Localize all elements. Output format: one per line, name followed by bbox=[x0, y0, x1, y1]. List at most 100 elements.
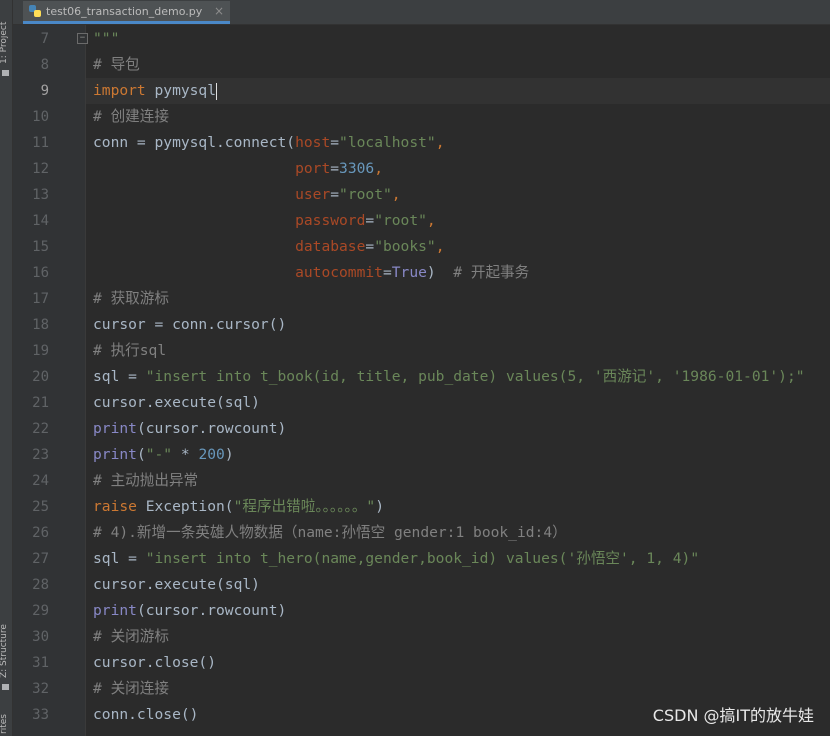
code-token: cursor.execute(sql) bbox=[93, 576, 260, 593]
code-line[interactable]: cursor.execute(sql) bbox=[86, 390, 830, 416]
line-number[interactable]: 10 bbox=[13, 104, 49, 130]
code-line[interactable]: sql = "insert into t_hero(name,gender,bo… bbox=[86, 546, 830, 572]
code-line[interactable]: cursor.execute(sql) bbox=[86, 572, 830, 598]
line-number[interactable]: 24 bbox=[13, 468, 49, 494]
favorites-tool-tab[interactable]: rites bbox=[0, 706, 12, 736]
close-tab-icon[interactable]: × bbox=[214, 4, 224, 18]
code-line[interactable]: # 关闭游标 bbox=[86, 624, 830, 650]
python-file-icon bbox=[29, 5, 41, 17]
line-number[interactable]: 26 bbox=[13, 520, 49, 546]
line-number[interactable]: 20 bbox=[13, 364, 49, 390]
code-token: "-" bbox=[145, 446, 173, 463]
code-token: "root" bbox=[374, 212, 427, 229]
code-token: cursor.close() bbox=[93, 654, 217, 671]
folder-icon bbox=[2, 70, 9, 76]
project-tool-label: 1: Project bbox=[0, 21, 9, 64]
code-line[interactable]: print(cursor.rowcount) bbox=[86, 598, 830, 624]
code-token: cursor.execute(sql) bbox=[93, 394, 260, 411]
code-token: ) bbox=[375, 498, 384, 515]
code-line[interactable]: # 关闭连接 bbox=[86, 676, 830, 702]
code-line[interactable]: port=3306, bbox=[86, 156, 830, 182]
project-tool-tab[interactable]: 1: Project bbox=[0, 8, 12, 78]
code-line[interactable]: print("-" * 200) bbox=[86, 442, 830, 468]
code-line[interactable]: """ bbox=[86, 26, 830, 52]
editor-tab[interactable]: test06_transaction_demo.py × bbox=[23, 1, 230, 24]
line-number[interactable]: 22 bbox=[13, 416, 49, 442]
line-number[interactable]: 13 bbox=[13, 182, 49, 208]
code-token: = bbox=[330, 186, 340, 203]
favorites-tool-label: rites bbox=[0, 714, 9, 734]
code-line[interactable]: raise Exception("程序出错啦。。。。。。") bbox=[86, 494, 830, 520]
code-token: # 执行sql bbox=[93, 342, 167, 359]
line-number[interactable]: 28 bbox=[13, 572, 49, 598]
code-token: 3306 bbox=[339, 160, 375, 177]
code-token: print bbox=[93, 446, 137, 463]
code-token: True bbox=[391, 264, 427, 281]
code-token: "root" bbox=[339, 186, 392, 203]
code-line[interactable]: cursor = conn.cursor() bbox=[86, 312, 830, 338]
code-line[interactable]: conn = pymysql.connect(host="localhost", bbox=[86, 130, 830, 156]
code-line[interactable]: password="root", bbox=[86, 208, 830, 234]
line-number[interactable]: 18 bbox=[13, 312, 49, 338]
line-number[interactable]: 21 bbox=[13, 390, 49, 416]
code-line[interactable]: # 创建连接 bbox=[86, 104, 830, 130]
code-editor[interactable]: """ # 导包 import pymysql # 创建连接 conn = pymysq… bbox=[86, 25, 830, 736]
code-token: = bbox=[382, 264, 392, 281]
code-line[interactable]: # 主动抛出异常 bbox=[86, 468, 830, 494]
code-token: 200 bbox=[198, 446, 225, 463]
line-number[interactable]: 19 bbox=[13, 338, 49, 364]
line-number[interactable]: 11 bbox=[13, 130, 49, 156]
line-number[interactable]: 17 bbox=[13, 286, 49, 312]
editor-tab-filename: test06_transaction_demo.py bbox=[46, 4, 203, 18]
code-token: # 关闭游标 bbox=[93, 628, 169, 645]
structure-tool-tab[interactable]: Z: Structure bbox=[0, 610, 12, 690]
line-number[interactable]: 27 bbox=[13, 546, 49, 572]
code-line[interactable]: cursor.close() bbox=[86, 650, 830, 676]
line-number[interactable]: 8 bbox=[13, 52, 49, 78]
line-number[interactable]: 23 bbox=[13, 442, 49, 468]
code-token: port bbox=[295, 160, 331, 177]
line-number[interactable]: 7 bbox=[13, 26, 49, 52]
code-token: , bbox=[391, 186, 401, 203]
text-caret bbox=[216, 82, 218, 100]
code-line[interactable]: autocommit=True) # 开起事务 bbox=[86, 260, 830, 286]
code-line[interactable]: user="root", bbox=[86, 182, 830, 208]
structure-icon bbox=[2, 684, 9, 690]
code-token: host bbox=[295, 134, 331, 151]
line-number-gutter[interactable]: − 7 8 9 10 11 12 13 14 15 16 17 18 19 20 21 22 23 24 25 26 2… bbox=[13, 25, 88, 736]
line-number[interactable]: 31 bbox=[13, 650, 49, 676]
code-token: password bbox=[295, 212, 366, 229]
line-number[interactable]: 14 bbox=[13, 208, 49, 234]
code-line[interactable]: # 4).新增一条英雄人物数据（name:孙悟空 gender:1 book_i… bbox=[86, 520, 830, 546]
code-line[interactable]: # 执行sql bbox=[86, 338, 830, 364]
line-number[interactable]: 9 bbox=[13, 78, 49, 104]
code-token: # 主动抛出异常 bbox=[93, 472, 199, 489]
line-number[interactable]: 16 bbox=[13, 260, 49, 286]
code-token: Exception( bbox=[145, 498, 234, 515]
code-token: "books" bbox=[374, 238, 436, 255]
code-line[interactable]: # 获取游标 bbox=[86, 286, 830, 312]
code-line[interactable]: print(cursor.rowcount) bbox=[86, 416, 830, 442]
line-number[interactable]: 32 bbox=[13, 676, 49, 702]
line-number[interactable]: 30 bbox=[13, 624, 49, 650]
line-number[interactable]: 29 bbox=[13, 598, 49, 624]
code-token: print bbox=[93, 420, 137, 437]
code-token: sql = bbox=[93, 368, 146, 385]
code-token: # 导包 bbox=[93, 56, 140, 73]
line-number[interactable]: 12 bbox=[13, 156, 49, 182]
code-line[interactable]: sql = "insert into t_book(id, title, pub… bbox=[86, 364, 830, 390]
line-number[interactable]: 25 bbox=[13, 494, 49, 520]
code-token: , bbox=[374, 160, 383, 177]
code-token: print bbox=[93, 602, 137, 619]
code-line[interactable]: import pymysql bbox=[86, 78, 830, 104]
line-number[interactable]: 15 bbox=[13, 234, 49, 260]
code-token: "insert into t_book(id, title, pub_date)… bbox=[145, 368, 805, 385]
code-line[interactable]: # 导包 bbox=[86, 52, 830, 78]
line-number[interactable]: 33 bbox=[13, 702, 49, 728]
code-token: database bbox=[295, 238, 366, 255]
code-token: pymysql bbox=[145, 82, 217, 99]
code-token: = bbox=[365, 238, 375, 255]
code-line[interactable]: database="books", bbox=[86, 234, 830, 260]
